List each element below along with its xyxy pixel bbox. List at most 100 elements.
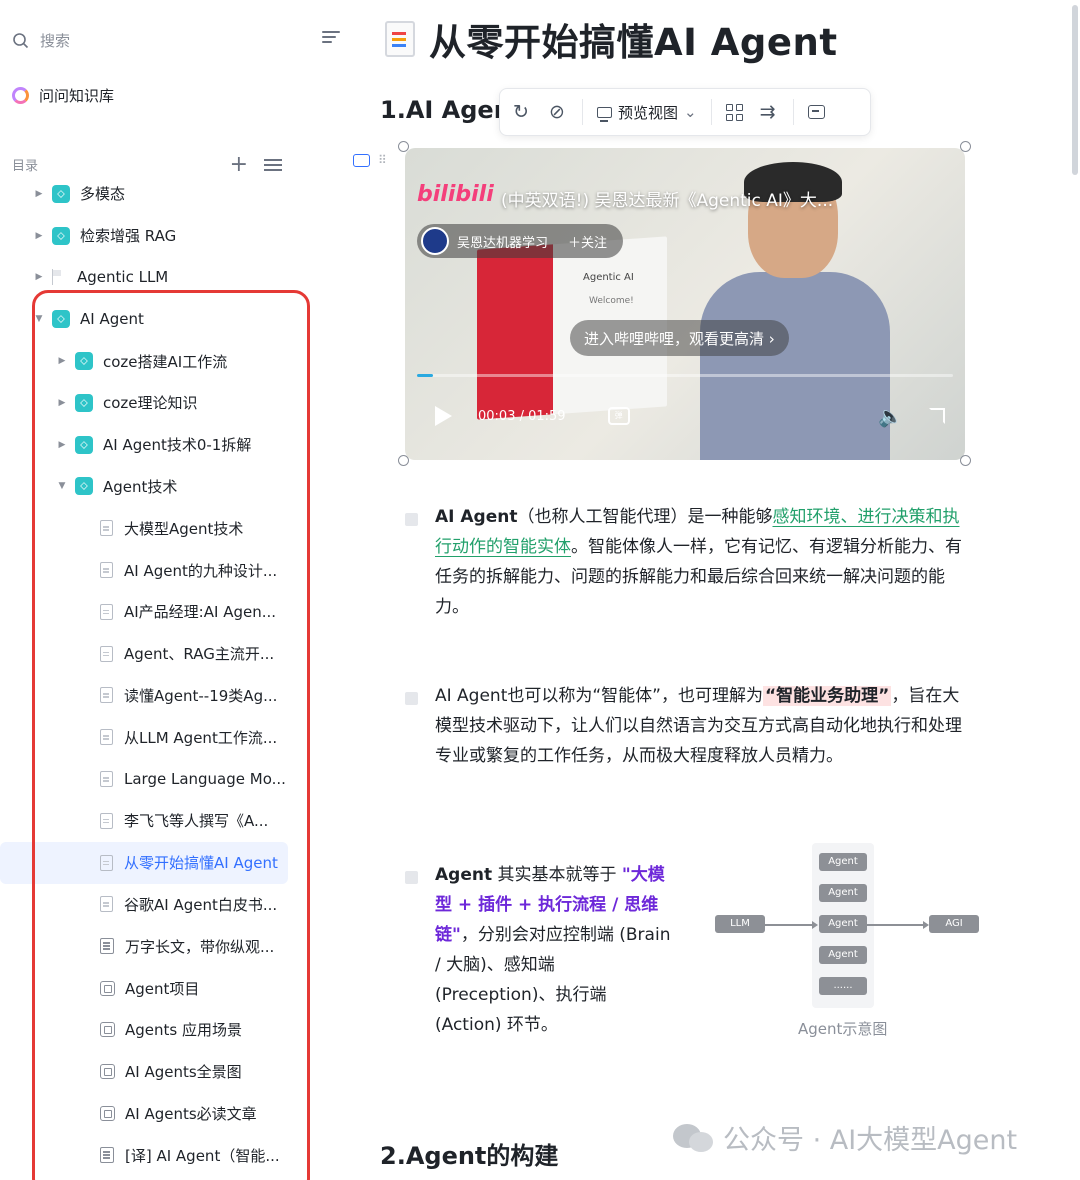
knowledge-base-link[interactable]: 问问知识库 — [12, 85, 114, 106]
open-bilibili-button[interactable]: 进入哔哩哔哩，观看更高清 › — [570, 320, 789, 356]
sidebar-item[interactable]: AI Agent的九种设计... — [0, 549, 300, 591]
collapse-sidebar-icon[interactable] — [322, 28, 340, 46]
embedded-video[interactable]: Agentic AI Welcome! bilibili (中英双语!) 吴恩达… — [405, 148, 965, 460]
embed-icon[interactable] — [353, 153, 370, 167]
comment-icon[interactable] — [807, 105, 825, 119]
sidebar-item[interactable]: Agent项目 — [0, 967, 300, 1009]
caret-right-icon[interactable]: ▶ — [57, 356, 67, 366]
volume-icon[interactable]: 🔈 — [878, 404, 903, 428]
sidebar-item-label: 从LLM Agent工作流... — [124, 728, 278, 747]
sidebar-item-label: Agents 应用场景 — [125, 1021, 242, 1040]
sidebar-item[interactable]: ▼ ⬦ Agent技术 — [0, 466, 300, 508]
play-icon[interactable] — [435, 406, 452, 426]
document-main: 从零开始搞懂AI Agent 1.AI Agen ↻ ⊘ 预览视图 ⌄ ⇉ ⠿ … — [353, 0, 1080, 1180]
sidebar-item-label: Agent项目 — [125, 979, 200, 998]
resize-handle[interactable] — [960, 141, 971, 152]
sidebar-item[interactable]: Large Language Mo... — [0, 758, 300, 800]
wechat-icon — [673, 1122, 715, 1154]
agent-diagram[interactable]: LLM AGI Agent Agent Agent Agent ...... A… — [710, 838, 990, 1038]
sidebar-item[interactable]: 大模型Agent技术 — [0, 507, 300, 549]
add-icon[interactable]: + — [230, 153, 248, 175]
section-heading-2[interactable]: 2.Agent的构建 — [380, 1136, 558, 1171]
callout-icon — [405, 692, 418, 705]
paragraph-alias[interactable]: AI Agent也可以称为“智能体”，也可理解为 “智能业务助理” ，旨在大模型技术… — [435, 681, 975, 771]
page-title-row: 从零开始搞懂AI Agent — [385, 12, 838, 66]
text-wrap-icon[interactable]: ⇉ — [757, 101, 779, 123]
fullscreen-icon[interactable] — [929, 408, 945, 424]
paragraph-formula[interactable]: Agent 其实基本就等于 "大模型 + 插件 + 执行流程 / 思维链"，分别… — [435, 860, 675, 1040]
video-title[interactable]: (中英双语!) 吴恩达最新《Agentic AI》大... — [501, 186, 833, 211]
sidebar-item-label: [译] AI Agent（智能... — [125, 1146, 280, 1165]
list-view-icon[interactable] — [264, 156, 282, 174]
sidebar-item[interactable]: AI产品经理:AI Agen... — [0, 591, 300, 633]
doc-tree: ▶ ⬦ 多模态 ▶ ⬦ 检索增强 RAG ▶ Agentic LLM ▼ ⬦ AI Agent ▶ ⬦ c… — [0, 173, 300, 1176]
para3-text: 其实基本就等于 — [492, 865, 622, 885]
sidebar-item[interactable]: ▶ ⬦ 多模态 — [0, 173, 300, 215]
bilibili-logo: bilibili — [417, 182, 494, 207]
caret-down-icon[interactable]: ▼ — [34, 314, 44, 324]
diagram-node-more: ...... — [819, 977, 867, 995]
caret-right-icon[interactable]: ▶ — [34, 231, 44, 241]
divider — [710, 99, 712, 125]
follow-button[interactable]: ＋关注 — [568, 232, 607, 251]
sidebar-item[interactable]: ▶ ⬦ 检索增强 RAG — [0, 215, 300, 257]
sidebar-item[interactable]: AI Agents必读文章 — [0, 1093, 300, 1135]
caret-right-icon[interactable]: ▶ — [57, 440, 67, 450]
sidebar-item-label: coze理论知识 — [103, 394, 198, 413]
diagram-node-agi: AGI — [929, 915, 979, 933]
danmaku-icon[interactable]: 弹 — [607, 407, 630, 425]
preview-view-label: 预览视图 — [618, 103, 679, 122]
resize-handle[interactable] — [398, 455, 409, 466]
sidebar-item[interactable]: ▼ ⬦ AI Agent — [0, 298, 300, 340]
search-input[interactable]: 搜索 — [12, 30, 70, 51]
chevron-down-icon: ⌄ — [684, 103, 697, 121]
sidebar-item[interactable]: AI Agents全景图 — [0, 1051, 300, 1093]
sidebar-item[interactable]: 李飞飞等人撰写《A... — [0, 800, 300, 842]
paragraph-definition[interactable]: AI Agent（也称人工智能代理）是一种能够感知环境、进行决策和执行动作的智能… — [435, 502, 975, 622]
section-heading-1[interactable]: 1.AI Agen — [380, 96, 511, 124]
para2-highlight: “智能业务助理” — [762, 686, 892, 706]
sidebar-item-label: 多模态 — [80, 185, 126, 204]
sidebar-item[interactable]: ▶ ⬦ coze搭建AI工作流 — [0, 340, 300, 382]
sidebar-item[interactable]: [译] AI Agent（智能... — [0, 1134, 300, 1176]
knowledge-base-icon — [12, 87, 29, 104]
sidebar-item[interactable]: 从LLM Agent工作流... — [0, 716, 300, 758]
text-doc-icon — [100, 938, 114, 955]
toc-header: 目录 + — [12, 153, 282, 175]
caret-down-icon[interactable]: ▼ — [57, 481, 67, 491]
sidebar-item[interactable]: 万字长文，带你纵观... — [0, 925, 300, 967]
document-icon — [100, 854, 113, 871]
compass-icon[interactable]: ⊘ — [546, 101, 568, 123]
sidebar-item[interactable]: Agents 应用场景 — [0, 1009, 300, 1051]
refresh-icon[interactable]: ↻ — [510, 101, 532, 123]
grid-icon[interactable] — [725, 103, 743, 121]
caret-right-icon[interactable]: ▶ — [34, 189, 44, 199]
video-progress-bar[interactable] — [417, 374, 953, 377]
scrollbar[interactable] — [1072, 5, 1078, 175]
preview-view-dropdown[interactable]: 预览视图 ⌄ — [597, 102, 697, 123]
monitor-icon — [597, 106, 612, 122]
resize-handle[interactable] — [398, 141, 409, 152]
sidebar-item[interactable]: ▶ ⬦ coze理论知识 — [0, 382, 300, 424]
para3-bold: Agent — [435, 865, 493, 885]
sidebar-item-label: AI产品经理:AI Agen... — [124, 603, 277, 622]
sidebar-item[interactable]: 谷歌AI Agent白皮书... — [0, 884, 300, 926]
caret-right-icon[interactable]: ▶ — [57, 398, 67, 408]
watermark: 公众号 · AI大模型Agent — [673, 1118, 1017, 1157]
search-icon — [13, 32, 29, 48]
sidebar-item[interactable]: 读懂Agent--19类Ag... — [0, 675, 300, 717]
sidebar-item[interactable]: ▶ ⬦ AI Agent技术0-1拆解 — [0, 424, 300, 466]
folder-icon: ⬦ — [52, 310, 70, 329]
sidebar-item-label: AI Agents全景图 — [125, 1063, 242, 1082]
folder-icon: ⬦ — [52, 184, 70, 203]
sidebar-item-label: Agent、RAG主流开... — [124, 645, 275, 664]
channel-pill[interactable]: 吴恩达机器学习 ＋关注 — [417, 224, 624, 258]
para1-bold: AI Agent — [435, 507, 518, 527]
sidebar-item[interactable]: Agent、RAG主流开... — [0, 633, 300, 675]
caret-right-icon[interactable]: ▶ — [34, 272, 44, 282]
page-title[interactable]: 从零开始搞懂AI Agent — [429, 12, 838, 66]
sidebar-item[interactable]: 从零开始搞懂AI Agent — [0, 841, 288, 884]
sidebar-item[interactable]: ▶ Agentic LLM — [0, 257, 300, 299]
drag-handle-icon[interactable]: ⠿ — [378, 153, 387, 167]
resize-handle[interactable] — [960, 455, 971, 466]
